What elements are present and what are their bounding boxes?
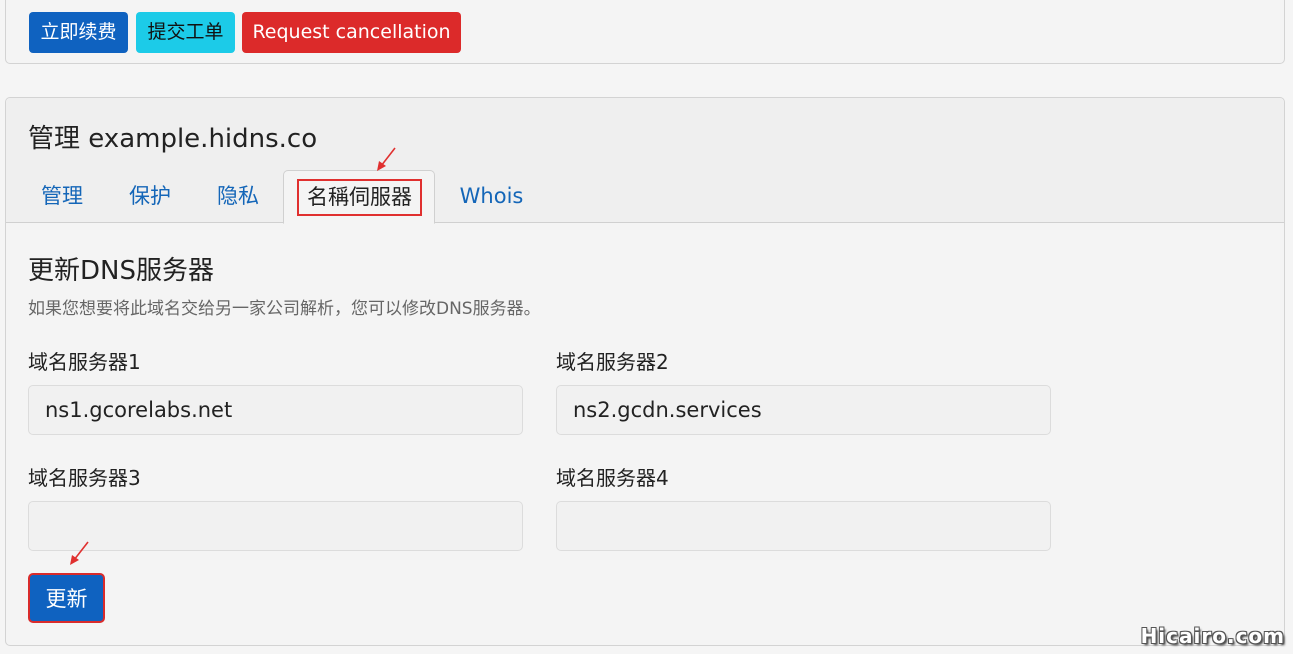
annotation-arrow-icon (377, 147, 396, 171)
nameserver-1-input[interactable] (28, 385, 523, 435)
update-button[interactable]: 更新 (28, 573, 105, 623)
submit-ticket-button[interactable]: 提交工单 (136, 12, 235, 53)
tab-privacy[interactable]: 隐私 (204, 170, 272, 223)
page-title: 管理 example.hidns.co (28, 124, 318, 154)
tab-manage[interactable]: 管理 (28, 170, 96, 223)
card-header: 管理 example.hidns.co 管理 保护 隐私 名稱伺服器 Whois (6, 98, 1284, 224)
tab-nameservers[interactable]: 名稱伺服器 (283, 170, 435, 224)
section-description: 如果您想要将此域名交给另一家公司解析，您可以修改DNS服务器。 (28, 299, 541, 319)
nameserver-1-label: 域名服务器1 (28, 350, 141, 374)
domain-management-card: 管理 example.hidns.co 管理 保护 隐私 名稱伺服器 Whois… (5, 97, 1285, 646)
request-cancellation-button[interactable]: Request cancellation (242, 12, 461, 53)
nameserver-4-label: 域名服务器4 (556, 466, 669, 490)
nameserver-3-input[interactable] (28, 501, 523, 551)
tab-bar: 管理 保护 隐私 名稱伺服器 Whois (6, 170, 1284, 224)
renew-button[interactable]: 立即续费 (29, 12, 128, 53)
tab-protection[interactable]: 保护 (116, 170, 184, 223)
annotation-arrow-icon (70, 541, 89, 565)
watermark: Hicairo.com (1140, 624, 1285, 648)
nameserver-3-label: 域名服务器3 (28, 466, 141, 490)
nameserver-2-input[interactable] (556, 385, 1051, 435)
nameserver-4-input[interactable] (556, 501, 1051, 551)
tab-nameservers-label: 名稱伺服器 (297, 179, 422, 216)
tab-whois[interactable]: Whois (454, 170, 529, 223)
actions-card: 立即续费 提交工单 Request cancellation (5, 0, 1285, 64)
section-title: 更新DNS服务器 (28, 256, 214, 286)
nameserver-2-label: 域名服务器2 (556, 350, 669, 374)
